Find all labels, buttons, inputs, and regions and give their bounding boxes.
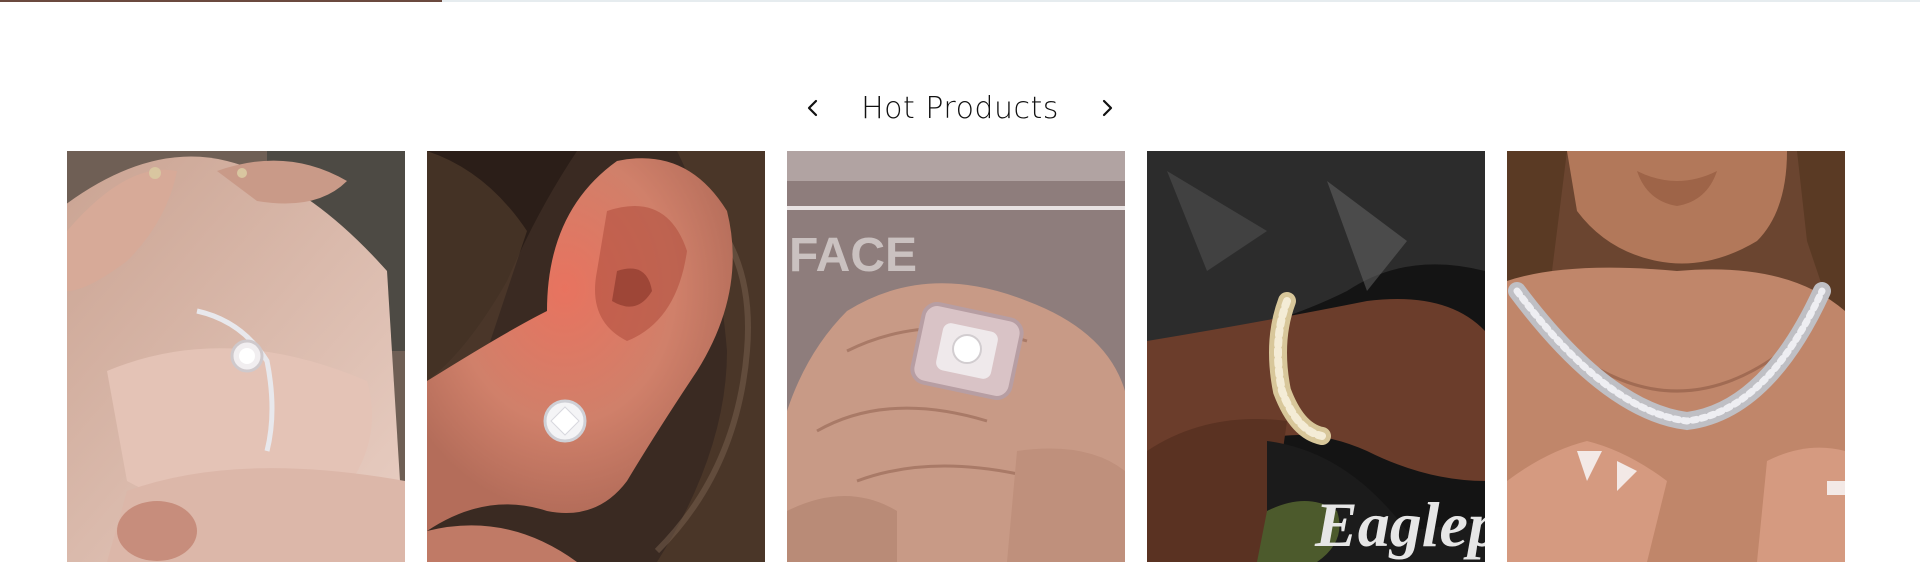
section-header: Hot Products — [0, 88, 1920, 128]
section-title: Hot Products — [861, 90, 1059, 126]
next-button[interactable] — [1089, 90, 1125, 126]
shirt-print-text: Eaglep — [1314, 489, 1485, 560]
product-card-earring[interactable] — [427, 151, 765, 562]
product-card-bracelet[interactable]: Eaglep — [1147, 151, 1485, 562]
chevron-left-icon — [808, 99, 818, 117]
product-card-mens-ring[interactable]: FACE — [787, 151, 1125, 562]
prev-button[interactable] — [795, 90, 831, 126]
product-image-earring — [427, 151, 765, 562]
product-image-necklace — [1507, 151, 1845, 562]
product-image-ring — [67, 151, 405, 562]
product-carousel: FACE Eaglep — [67, 151, 1862, 562]
shirt-print-text: FACE — [789, 229, 917, 282]
carousel-progress-fill — [0, 0, 442, 2]
product-card-necklace[interactable] — [1507, 151, 1845, 562]
carousel-progress-track — [0, 0, 1920, 2]
product-image-mens-ring: FACE — [787, 151, 1125, 562]
chevron-right-icon — [1102, 99, 1112, 117]
product-card-ring[interactable] — [67, 151, 405, 562]
product-image-bracelet: Eaglep — [1147, 151, 1485, 562]
